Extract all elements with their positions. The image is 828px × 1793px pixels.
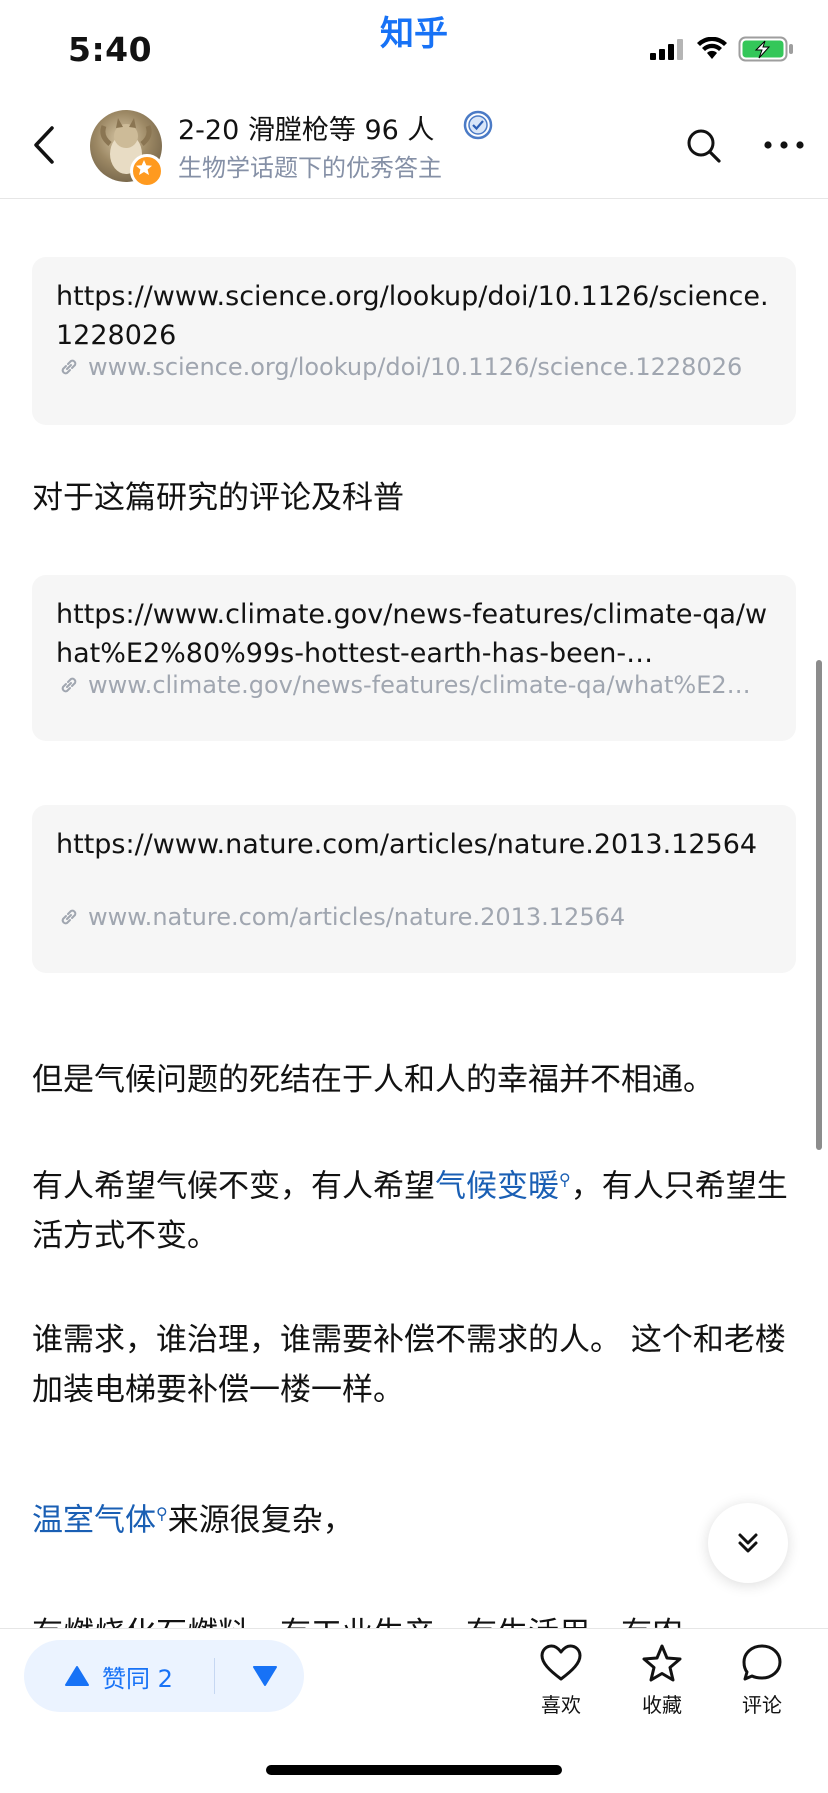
link-card-climate[interactable]: https://www.climate.gov/news-features/cl… bbox=[32, 575, 796, 741]
paragraph: 谁需求，谁治理，谁需要补偿不需求的人。 这个和老楼加装电梯要补偿一楼一样。 bbox=[32, 1322, 786, 1408]
comment-button[interactable]: 评论 bbox=[722, 1643, 802, 1718]
link-icon bbox=[61, 909, 77, 925]
signal-icon bbox=[650, 39, 683, 60]
vote-divider bbox=[214, 1658, 215, 1694]
link-icon bbox=[61, 359, 77, 375]
paragraph-partial: 有燃烧化石燃料，有工业生产，有生活用，有农 bbox=[32, 1609, 796, 1629]
answer-header: 2-20 滑膛枪等 96 人 生物学话题下的优秀答主 bbox=[0, 92, 828, 199]
downvote-triangle-icon bbox=[253, 1666, 277, 1686]
excellent-answerer-badge-icon bbox=[130, 154, 164, 188]
paragraph-text: 有人希望气候不变，有人希望 bbox=[32, 1168, 435, 1205]
scrollbar[interactable] bbox=[816, 660, 822, 1150]
comment-bubble-icon bbox=[742, 1644, 782, 1681]
search-icon[interactable] bbox=[686, 128, 722, 164]
like-label: 喜欢 bbox=[541, 1693, 581, 1717]
paragraph: 但是气候问题的死结在于人和人的幸福并不相通。 bbox=[32, 1062, 714, 1098]
scroll-next-button[interactable] bbox=[708, 1503, 788, 1583]
vote-pill: 赞同 2 bbox=[24, 1640, 304, 1712]
link-card-title: https://www.nature.com/articles/nature.2… bbox=[56, 829, 758, 860]
back-button[interactable] bbox=[28, 122, 62, 168]
battery-charging-icon bbox=[738, 36, 793, 62]
link-card-url: www.climate.gov/news-features/climate-qa… bbox=[58, 671, 772, 699]
collect-label: 收藏 bbox=[642, 1693, 682, 1717]
paragraph: 温室气体⚲来源很复杂， bbox=[32, 1489, 796, 1545]
like-button[interactable]: 喜欢 bbox=[521, 1643, 601, 1718]
link-icon bbox=[61, 677, 77, 693]
comment-label: 评论 bbox=[742, 1693, 782, 1717]
paragraph: 有人希望气候不变，有人希望气候变暖⚲，有人只希望生活方式不变。 bbox=[32, 1155, 796, 1261]
topic-link-greenhouse-gas[interactable]: 温室气体 bbox=[32, 1502, 156, 1538]
link-card-title: https://www.science.org/lookup/doi/10.11… bbox=[56, 281, 769, 351]
topic-link-climate-warming[interactable]: 气候变暖 bbox=[435, 1168, 559, 1204]
paragraph: 对于这篇研究的评论及科普 bbox=[32, 480, 404, 516]
link-card-url: www.science.org/lookup/doi/10.1126/scien… bbox=[58, 353, 772, 381]
link-card-title: https://www.climate.gov/news-features/cl… bbox=[56, 599, 768, 669]
answer-content[interactable]: https://www.science.org/lookup/doi/10.11… bbox=[0, 199, 828, 1629]
voters-title[interactable]: 2-20 滑膛枪等 96 人 bbox=[178, 108, 434, 147]
more-options-icon[interactable] bbox=[762, 138, 806, 152]
upvote-label: 赞同 2 bbox=[102, 1664, 173, 1693]
status-bar: 5:40 知乎 bbox=[0, 0, 828, 92]
topic-search-icon[interactable]: ⚲ bbox=[156, 1504, 168, 1523]
wifi-icon bbox=[697, 37, 727, 59]
link-card-science[interactable]: https://www.science.org/lookup/doi/10.11… bbox=[32, 257, 796, 425]
downvote-button[interactable] bbox=[240, 1640, 290, 1712]
upvote-button[interactable]: 赞同 2 bbox=[24, 1640, 214, 1712]
home-indicator[interactable] bbox=[266, 1765, 562, 1775]
status-icons bbox=[650, 36, 794, 62]
double-chevron-down-icon bbox=[738, 1533, 758, 1553]
author-subtitle: 生物学话题下的优秀答主 bbox=[178, 154, 442, 182]
heart-icon bbox=[540, 1644, 582, 1681]
star-icon bbox=[642, 1644, 682, 1682]
link-card-nature[interactable]: https://www.nature.com/articles/nature.2… bbox=[32, 805, 796, 973]
upvote-triangle-icon bbox=[65, 1666, 89, 1686]
link-card-url: www.nature.com/articles/nature.2013.1256… bbox=[58, 903, 772, 931]
paragraph-text: 来源很复杂， bbox=[167, 1502, 354, 1539]
collect-button[interactable]: 收藏 bbox=[622, 1643, 702, 1718]
verified-badge-icon bbox=[463, 110, 493, 140]
topic-search-icon[interactable]: ⚲ bbox=[559, 1170, 571, 1189]
